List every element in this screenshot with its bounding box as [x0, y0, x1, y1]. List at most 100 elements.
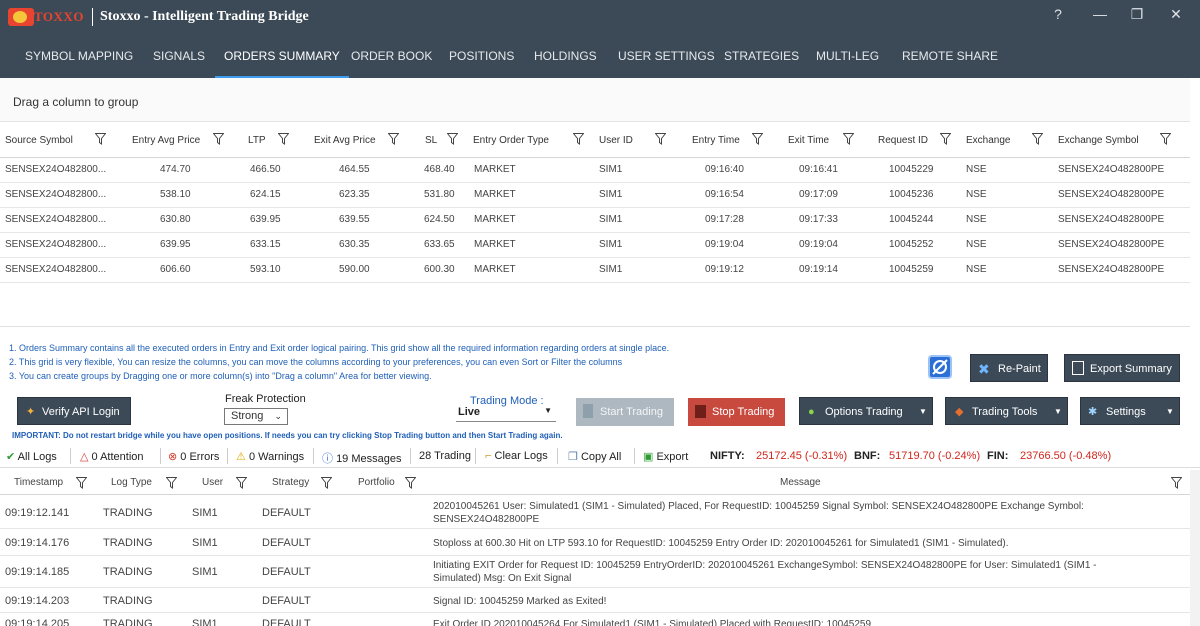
- tab-holdings[interactable]: HOLDINGS: [534, 34, 597, 78]
- trading-filter[interactable]: 28 Trading: [419, 450, 471, 462]
- filter-icon[interactable]: [95, 133, 106, 145]
- refresh-icon: [932, 359, 948, 375]
- filter-icon[interactable]: [1171, 477, 1182, 489]
- tab-user-settings[interactable]: USER SETTINGS: [618, 34, 715, 78]
- start-icon: [583, 404, 593, 418]
- logo-flag-icon: [8, 8, 34, 26]
- table-row[interactable]: SENSEX24O482800... 474.70 466.50 464.55 …: [0, 158, 1190, 183]
- table-row[interactable]: SENSEX24O482800... 538.10 624.15 623.35 …: [0, 183, 1190, 208]
- freak-protection-select[interactable]: Strong ⌄: [224, 408, 288, 425]
- filter-icon[interactable]: [405, 477, 416, 489]
- table-row[interactable]: SENSEX24O482800... 639.95 633.15 630.35 …: [0, 233, 1190, 258]
- caret-down-icon[interactable]: ▼: [1166, 398, 1174, 426]
- tab-order-book[interactable]: ORDER BOOK: [351, 34, 432, 78]
- filter-icon[interactable]: [940, 133, 951, 145]
- maximize-button[interactable]: ❐: [1127, 6, 1147, 23]
- filter-icon[interactable]: [388, 133, 399, 145]
- help-button[interactable]: ?: [1048, 6, 1068, 22]
- col-user-id[interactable]: User ID: [599, 135, 633, 146]
- filter-icon[interactable]: [321, 477, 332, 489]
- options-icon: ●: [808, 406, 815, 418]
- start-trading-button[interactable]: Start Trading: [576, 398, 674, 426]
- col-entry-avg-price[interactable]: Entry Avg Price: [132, 135, 200, 146]
- cell-ltp: 633.15: [250, 239, 281, 250]
- col-user[interactable]: User: [202, 477, 223, 488]
- col-source-symbol[interactable]: Source Symbol: [5, 135, 73, 146]
- col-portfolio[interactable]: Portfolio: [358, 477, 395, 488]
- table-row[interactable]: SENSEX24O482800... 630.80 639.95 639.55 …: [0, 208, 1190, 233]
- cell-sl: 633.65: [424, 239, 455, 250]
- tab-strategies[interactable]: STRATEGIES: [724, 34, 799, 78]
- filter-icon[interactable]: [843, 133, 854, 145]
- caret-down-icon[interactable]: ▼: [1054, 398, 1062, 426]
- filter-icon[interactable]: [655, 133, 666, 145]
- export-logs-button[interactable]: ▣ Export: [643, 450, 688, 463]
- log-strategy: DEFAULT: [262, 537, 311, 549]
- col-exchange[interactable]: Exchange: [966, 135, 1010, 146]
- caret-down-icon[interactable]: ▼: [919, 398, 927, 426]
- cell-entry-time: 09:19:12: [705, 264, 744, 275]
- all-logs-filter[interactable]: ✔ All Logs: [6, 450, 57, 463]
- col-ltp[interactable]: LTP: [248, 135, 266, 146]
- warnings-filter[interactable]: ⚠ 0 Warnings: [236, 450, 304, 463]
- tab-orders-summary[interactable]: ORDERS SUMMARY: [215, 34, 349, 78]
- refresh-grid-button[interactable]: [928, 355, 952, 379]
- group-drop-area[interactable]: Drag a column to group: [0, 78, 1190, 122]
- tab-remote-share[interactable]: REMOTE SHARE: [902, 34, 998, 78]
- col-exchange-symbol[interactable]: Exchange Symbol: [1058, 135, 1139, 146]
- horizontal-scrollbar[interactable]: [0, 326, 1190, 336]
- log-vertical-scrollbar[interactable]: [1190, 470, 1200, 626]
- log-row[interactable]: 09:19:12.141 TRADING SIM1 DEFAULT 202010…: [0, 496, 1190, 529]
- tab-symbol-mapping[interactable]: SYMBOL MAPPING: [25, 34, 133, 78]
- settings-button[interactable]: ✱ Settings ▼: [1080, 397, 1180, 425]
- errors-label: 0 Errors: [180, 451, 220, 463]
- log-row[interactable]: 09:19:14.185 TRADING SIM1 DEFAULT Initia…: [0, 556, 1190, 588]
- filter-icon[interactable]: [752, 133, 763, 145]
- col-request-id[interactable]: Request ID: [878, 135, 928, 146]
- trading-mode-select[interactable]: Live ▼: [456, 406, 556, 422]
- log-row[interactable]: 09:19:14.205 TRADING SIM1 DEFAULT Exit O…: [0, 613, 1190, 626]
- col-sl[interactable]: SL: [425, 135, 437, 146]
- tab-positions[interactable]: POSITIONS: [449, 34, 514, 78]
- trading-tools-button[interactable]: ◆ Trading Tools ▼: [945, 397, 1068, 425]
- filter-icon[interactable]: [213, 133, 224, 145]
- repaint-button[interactable]: ✖ Re-Paint: [970, 354, 1048, 382]
- filter-icon[interactable]: [76, 477, 87, 489]
- filter-icon[interactable]: [447, 133, 458, 145]
- col-exit-avg-price[interactable]: Exit Avg Price: [314, 135, 376, 146]
- minimize-button[interactable]: —: [1090, 6, 1110, 22]
- table-row[interactable]: SENSEX24O482800... 606.60 593.10 590.00 …: [0, 258, 1190, 283]
- col-message[interactable]: Message: [780, 477, 821, 488]
- col-entry-order-type[interactable]: Entry Order Type: [473, 135, 549, 146]
- copy-all-button[interactable]: ❐ Copy All: [568, 450, 621, 463]
- tab-multi-leg[interactable]: MULTI-LEG: [816, 34, 879, 78]
- log-type: TRADING: [103, 618, 153, 626]
- log-row[interactable]: 09:19:14.203 TRADING DEFAULT Signal ID: …: [0, 588, 1190, 613]
- col-timestamp[interactable]: Timestamp: [14, 477, 63, 488]
- close-button[interactable]: ✕: [1166, 6, 1186, 23]
- cell-entry-avg-price: 639.95: [160, 239, 191, 250]
- options-trading-button[interactable]: ● Options Trading ▼: [799, 397, 933, 425]
- log-row[interactable]: 09:19:14.176 TRADING SIM1 DEFAULT Stoplo…: [0, 529, 1190, 556]
- options-trading-label: Options Trading: [825, 406, 903, 418]
- tab-signals[interactable]: SIGNALS: [153, 34, 205, 78]
- messages-filter[interactable]: ⓘ 19 Messages: [322, 450, 402, 466]
- col-exit-time[interactable]: Exit Time: [788, 135, 829, 146]
- export-summary-button[interactable]: Export Summary: [1064, 354, 1180, 382]
- filter-icon[interactable]: [1032, 133, 1043, 145]
- filter-icon[interactable]: [236, 477, 247, 489]
- cell-source-symbol: SENSEX24O482800...: [5, 214, 107, 225]
- clear-logs-button[interactable]: ⌐ Clear Logs: [485, 450, 548, 462]
- col-entry-time[interactable]: Entry Time: [692, 135, 740, 146]
- verify-api-login-button[interactable]: ✦ Verify API Login: [17, 397, 131, 425]
- col-log-type[interactable]: Log Type: [111, 477, 152, 488]
- filter-icon[interactable]: [166, 477, 177, 489]
- attention-filter[interactable]: △ 0 Attention: [80, 450, 144, 463]
- stop-trading-button[interactable]: Stop Trading: [688, 398, 785, 426]
- cell-exchange: NSE: [966, 264, 987, 275]
- col-strategy[interactable]: Strategy: [272, 477, 309, 488]
- filter-icon[interactable]: [1160, 133, 1171, 145]
- filter-icon[interactable]: [573, 133, 584, 145]
- filter-icon[interactable]: [278, 133, 289, 145]
- errors-filter[interactable]: ⊗ 0 Errors: [168, 450, 219, 463]
